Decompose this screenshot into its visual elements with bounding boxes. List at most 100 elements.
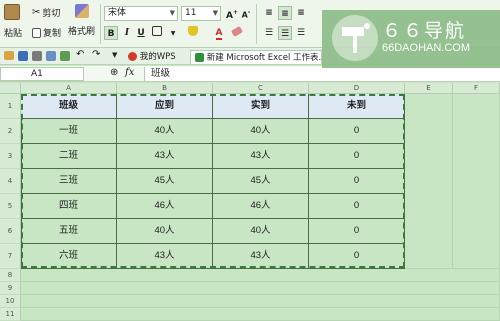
select-all-corner[interactable] [0, 83, 21, 94]
align-top-icon: ≡ [265, 8, 273, 18]
table-header-cell[interactable]: 应到 [117, 94, 213, 119]
table-cell[interactable]: 五班 [21, 219, 117, 244]
row-header[interactable]: 6 [0, 219, 21, 244]
border-button[interactable] [150, 26, 164, 40]
table-header-cell[interactable]: 未到 [309, 94, 405, 119]
row-header[interactable]: 4 [0, 169, 21, 194]
font-name-select[interactable]: 宋体 ▼ [104, 6, 178, 21]
grow-font-button[interactable]: A+ [225, 6, 239, 21]
align-center-button[interactable]: ☰ [278, 26, 292, 40]
align-left-button[interactable]: ☰ [262, 26, 276, 40]
table-cell[interactable]: 40人 [213, 119, 309, 144]
paint-bucket-icon [188, 26, 198, 36]
more-border-button[interactable]: ▼ [166, 26, 180, 40]
empty-cell-range[interactable] [453, 94, 500, 269]
column-header-f[interactable]: F [453, 83, 500, 94]
table-cell[interactable]: 0 [309, 144, 405, 169]
font-size-select[interactable]: 11 ▼ [181, 6, 221, 21]
empty-cell-range[interactable] [405, 94, 453, 269]
table-cell[interactable]: 46人 [117, 194, 213, 219]
table-cell[interactable]: 0 [309, 219, 405, 244]
tab-wps-home[interactable]: 我的WPS [124, 50, 180, 64]
row-header[interactable]: 5 [0, 194, 21, 219]
clear-format-button[interactable] [230, 25, 244, 40]
undo-icon[interactable]: ↶ [76, 49, 84, 60]
row-header[interactable]: 9 [0, 282, 21, 295]
table-cell[interactable]: 43人 [117, 244, 213, 269]
table-cell[interactable]: 45人 [117, 169, 213, 194]
row-header[interactable]: 1 [0, 94, 21, 119]
table-cell[interactable]: 45人 [213, 169, 309, 194]
font-color-button[interactable]: A [212, 26, 226, 40]
table-cell[interactable]: 三班 [21, 169, 117, 194]
cut-label: 剪切 [42, 9, 61, 19]
table-cell[interactable]: 40人 [117, 119, 213, 144]
empty-row[interactable] [21, 295, 500, 308]
column-header-e[interactable]: E [405, 83, 453, 94]
table-header-cell[interactable]: 实到 [213, 94, 309, 119]
shrink-font-button[interactable]: A- [239, 6, 253, 20]
column-header-b[interactable]: B [117, 83, 213, 94]
chevron-down-icon: ▼ [170, 30, 176, 37]
redo-icon[interactable]: ↷ [92, 49, 100, 60]
align-center-icon: ☰ [280, 29, 290, 39]
fx-button[interactable]: fx [125, 67, 134, 78]
cut-button[interactable]: ✂ 剪切 [32, 6, 60, 19]
underline-button[interactable]: U [134, 26, 148, 40]
row-header[interactable]: 11 [0, 308, 21, 321]
spellcheck-icon[interactable] [60, 51, 70, 61]
chevron-down-icon: ▼ [212, 9, 218, 17]
table-cell[interactable]: 一班 [21, 119, 117, 144]
column-header-c[interactable]: C [213, 83, 309, 94]
format-painter-button[interactable]: 格式刷 [68, 4, 95, 37]
table-cell[interactable]: 0 [309, 244, 405, 269]
table-cell[interactable]: 二班 [21, 144, 117, 169]
column-header-a[interactable]: A [21, 83, 117, 94]
table-cell[interactable]: 0 [309, 194, 405, 219]
print-preview-icon[interactable] [46, 51, 56, 61]
row-header[interactable]: 3 [0, 144, 21, 169]
table-cell[interactable]: 40人 [213, 219, 309, 244]
table-cell[interactable]: 43人 [213, 244, 309, 269]
row-header[interactable]: 7 [0, 244, 21, 269]
table-cell[interactable]: 43人 [213, 144, 309, 169]
tab-document[interactable]: 新建 Microsoft Excel 工作表.xlsx [190, 50, 322, 64]
table-cell[interactable]: 46人 [213, 194, 309, 219]
zoom-icon[interactable]: ⊕ [110, 67, 118, 78]
eraser-icon [230, 25, 244, 38]
font-name-value: 宋体 [108, 8, 127, 18]
table-header-cell[interactable]: 班级 [21, 94, 117, 119]
empty-row[interactable] [21, 308, 500, 321]
align-top-button[interactable]: ≡ [262, 6, 276, 20]
italic-button[interactable]: I [120, 26, 134, 40]
folder-icon[interactable] [4, 51, 14, 60]
align-middle-button[interactable]: ≡ [278, 6, 292, 20]
paste-button[interactable]: 粘贴 [4, 4, 22, 39]
table-cell[interactable]: 43人 [117, 144, 213, 169]
row-header[interactable]: 2 [0, 119, 21, 144]
table-cell[interactable]: 40人 [117, 219, 213, 244]
table-cell[interactable]: 六班 [21, 244, 117, 269]
fill-color-button[interactable] [186, 26, 200, 40]
bold-button[interactable]: B [104, 26, 118, 40]
column-header-d[interactable]: D [309, 83, 405, 94]
empty-row[interactable] [21, 269, 500, 282]
align-bottom-button[interactable]: ≡ [294, 6, 308, 20]
align-right-button[interactable]: ☰ [294, 26, 308, 40]
border-icon [152, 26, 162, 36]
print-icon[interactable] [32, 51, 42, 61]
empty-row[interactable] [21, 282, 500, 295]
save-icon[interactable] [18, 51, 28, 61]
watermark-title: ６６导航 [382, 20, 467, 42]
copy-button[interactable]: 复制 [32, 26, 61, 39]
row-header[interactable]: 8 [0, 269, 21, 282]
attendance-table: 班级 应到 实到 未到 一班 40人 40人 0 二班 43人 43人 0 三班 45人 45人 0 四班 46人… [21, 94, 405, 269]
table-cell[interactable]: 0 [309, 119, 405, 144]
grow-font-label: A [226, 11, 233, 21]
row-header[interactable]: 10 [0, 295, 21, 308]
chevron-down-icon[interactable]: ▼ [112, 51, 117, 59]
table-cell[interactable]: 0 [309, 169, 405, 194]
formula-input[interactable]: 班级 [144, 67, 500, 81]
table-cell[interactable]: 四班 [21, 194, 117, 219]
name-box[interactable]: A1 [0, 67, 84, 81]
